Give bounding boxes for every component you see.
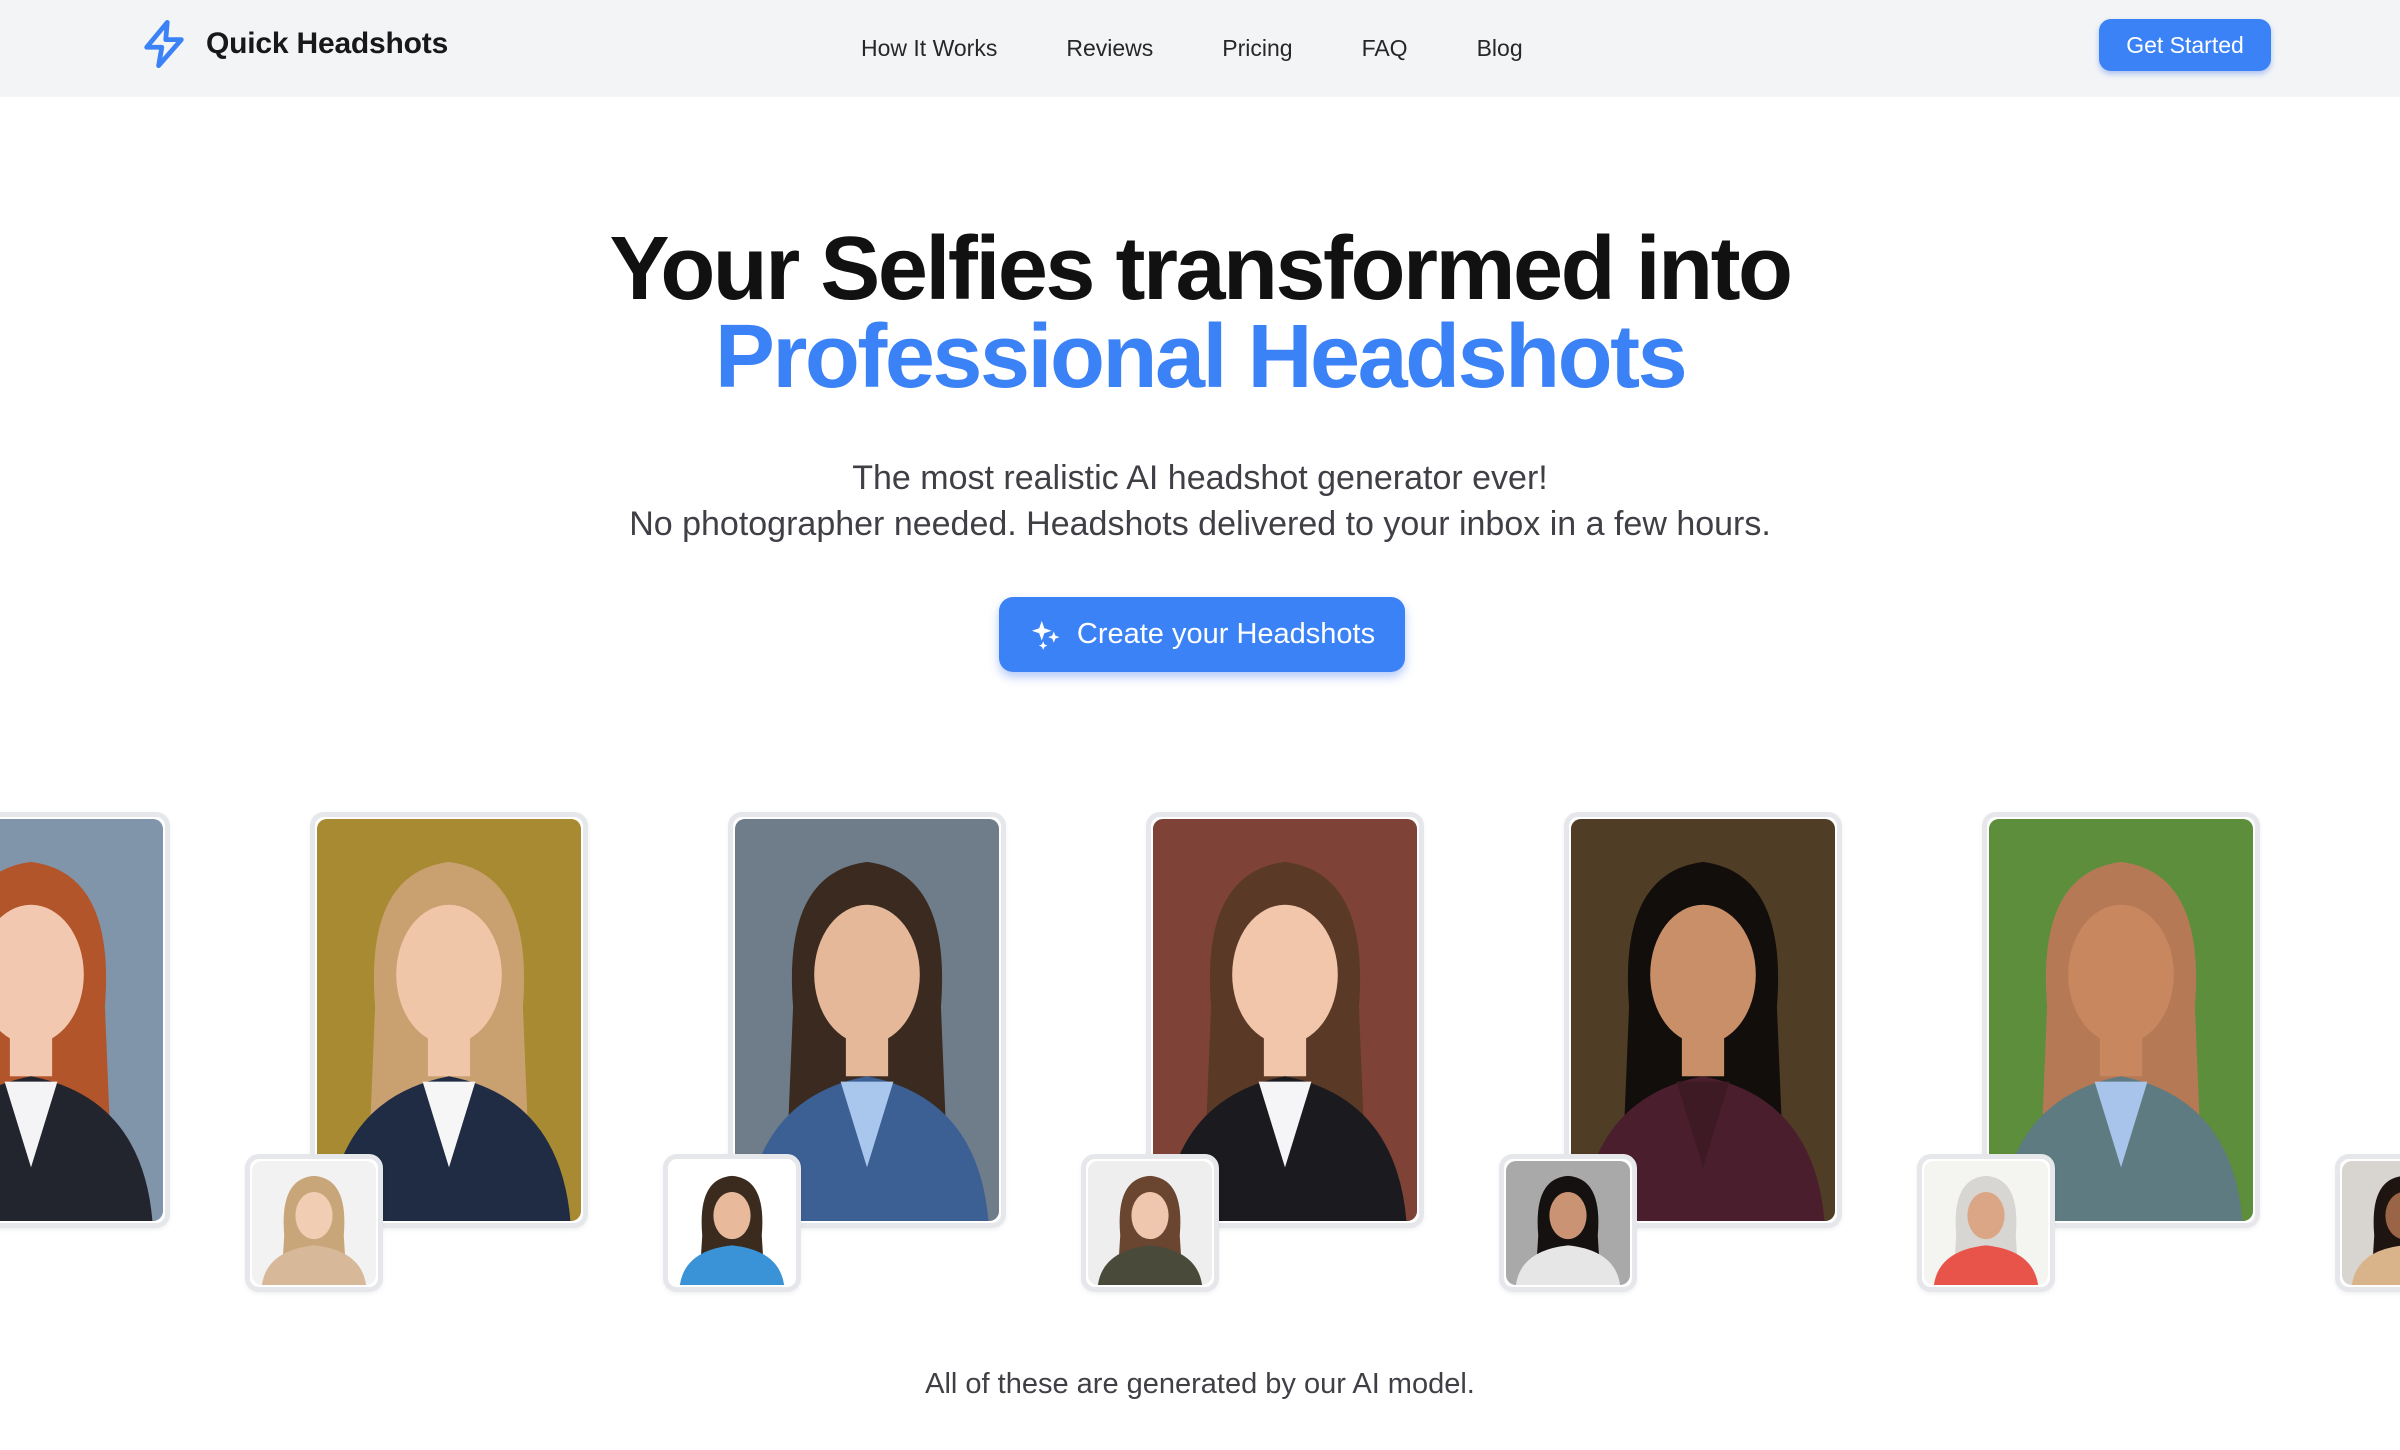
selfie-card [245, 1154, 383, 1292]
ai-headshot-image [0, 819, 163, 1221]
nav-faq[interactable]: FAQ [1362, 35, 1408, 62]
hero-subtitle-line2: No photographer needed. Headshots delive… [629, 505, 1771, 543]
get-started-button[interactable]: Get Started [2099, 19, 2271, 71]
nav-reviews[interactable]: Reviews [1066, 35, 1153, 62]
nav-blog[interactable]: Blog [1477, 35, 1523, 62]
selfie-card [663, 1154, 801, 1292]
selfie-card [1499, 1154, 1637, 1292]
headshot-gallery [0, 800, 2400, 1320]
hero-title: Your Selfies transformed into Profession… [0, 219, 2400, 407]
create-headshots-button[interactable]: Create your Headshots [999, 597, 1405, 672]
gallery-caption: All of these are generated by our AI mod… [925, 1368, 1475, 1400]
nav-how-it-works[interactable]: How It Works [861, 35, 997, 62]
source-selfie-image [1088, 1161, 1212, 1285]
hero-title-highlight: Professional Headshots [714, 307, 1688, 407]
site-header: Quick Headshots How It Works Reviews Pri… [0, 0, 2400, 97]
selfie-card [2335, 1154, 2400, 1292]
source-selfie-image [1924, 1161, 2048, 1285]
hero-subtitle-line1: The most realistic AI headshot generator… [852, 459, 1548, 497]
sparkles-icon [1031, 620, 1060, 650]
lightning-bolt-icon [144, 19, 184, 69]
main-nav: How It Works Reviews Pricing FAQ Blog [861, 0, 1523, 97]
source-selfie-image [1506, 1161, 1630, 1285]
nav-pricing[interactable]: Pricing [1222, 35, 1292, 62]
selfie-card [1917, 1154, 2055, 1292]
source-selfie-image [670, 1161, 794, 1285]
headshot-card [0, 812, 170, 1228]
selfie-card [1081, 1154, 1219, 1292]
hero-title-line1: Your Selfies transformed into [609, 219, 1793, 319]
hero-subtitle: The most realistic AI headshot generator… [0, 455, 2400, 547]
brand-name: Quick Headshots [206, 27, 449, 60]
source-selfie-image [2342, 1161, 2400, 1285]
create-headshots-label: Create your Headshots [1076, 618, 1376, 650]
brand-logo[interactable]: Quick Headshots [138, 18, 448, 70]
source-selfie-image [252, 1161, 376, 1285]
